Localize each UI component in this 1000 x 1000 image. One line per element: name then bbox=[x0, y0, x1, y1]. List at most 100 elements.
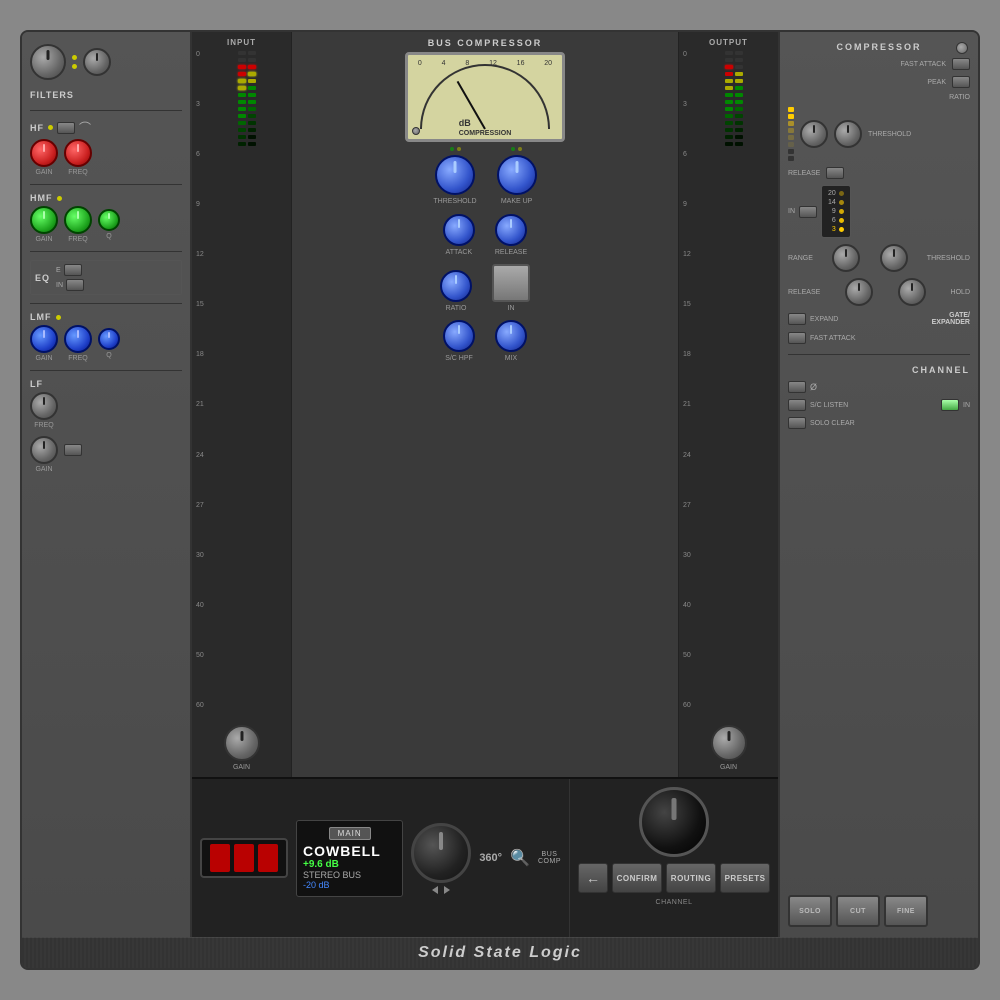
fast-attack-toggle[interactable] bbox=[952, 58, 970, 70]
output-gain-knob[interactable] bbox=[711, 725, 747, 761]
left-arrow-indicator bbox=[432, 886, 438, 894]
top-filter-knob-1[interactable] bbox=[30, 44, 66, 80]
in-col: IN bbox=[492, 264, 530, 312]
ratio-label: RATIO bbox=[446, 305, 467, 312]
dot-2 bbox=[72, 64, 77, 69]
hmf-freq-label: FREQ bbox=[68, 236, 87, 243]
bus-comp-bottom-label: BUS COMP bbox=[538, 851, 561, 865]
hold-knob[interactable] bbox=[898, 278, 926, 306]
fast-attack2-row: FAST ATTACK bbox=[788, 332, 970, 344]
fine-btn[interactable]: FINE bbox=[884, 895, 928, 927]
ssl-logo-bar: Solid State Logic bbox=[22, 937, 978, 968]
release2-knob[interactable] bbox=[845, 278, 873, 306]
threshold2-knob[interactable] bbox=[880, 244, 908, 272]
lmf-q-label: Q bbox=[106, 352, 111, 359]
top-filter-knob-2[interactable] bbox=[83, 48, 111, 76]
eq-band-lf: LF FREQ GAIN bbox=[30, 379, 182, 473]
routing-btn[interactable]: ROUTING bbox=[666, 863, 716, 893]
input-gain-knob[interactable] bbox=[224, 725, 260, 761]
lmf-dot bbox=[56, 315, 61, 320]
sc-hpf-label: S/C HPF bbox=[445, 355, 473, 362]
in-ratio-row: IN 20 14 9 6 bbox=[788, 185, 970, 238]
lf-gain-label: GAIN bbox=[35, 466, 52, 473]
channel-name: COWBELL bbox=[303, 843, 396, 859]
hmf-q-label: Q bbox=[106, 233, 111, 240]
peak-toggle[interactable] bbox=[952, 76, 970, 88]
ratio-knob-right[interactable] bbox=[800, 120, 828, 148]
in-button[interactable] bbox=[492, 264, 530, 302]
mix-knob[interactable] bbox=[495, 320, 527, 352]
back-arrow-btn[interactable]: ← bbox=[578, 863, 608, 893]
hmf-gain-label: GAIN bbox=[35, 236, 52, 243]
makeup-label: MAKE UP bbox=[501, 198, 533, 205]
channel-section-label: CHANNEL bbox=[788, 365, 970, 375]
eq-section: FILTERS HF ⌒ GAIN FREQ bbox=[22, 32, 192, 937]
solo-clear-row: SOLO CLEAR bbox=[788, 417, 970, 429]
range-knob[interactable] bbox=[832, 244, 860, 272]
sc-listen-label: S/C LISTEN bbox=[810, 402, 848, 409]
presets-btn[interactable]: PRESETS bbox=[720, 863, 770, 893]
in-channel-toggle[interactable] bbox=[941, 399, 959, 411]
release-row: RELEASE bbox=[788, 167, 970, 179]
level-knob[interactable] bbox=[411, 823, 471, 883]
expand-toggle[interactable] bbox=[788, 313, 806, 325]
fast-attack-label: FAST ATTACK bbox=[900, 61, 946, 68]
lf-gain-knob[interactable] bbox=[30, 436, 58, 464]
solo-clear-toggle[interactable] bbox=[788, 417, 806, 429]
release2-label: RELEASE bbox=[788, 289, 820, 296]
screw-top-right bbox=[956, 42, 968, 54]
output-section: OUTPUT 0 3 6 9 12 15 18 21 24 27 bbox=[678, 32, 778, 777]
hf-gain-knob[interactable] bbox=[30, 139, 58, 167]
release-knob[interactable] bbox=[495, 214, 527, 246]
sc-hpf-knob[interactable] bbox=[443, 320, 475, 352]
cut-btn[interactable]: CUT bbox=[836, 895, 880, 927]
lf-freq-knob[interactable] bbox=[30, 392, 58, 420]
hf-freq-knob[interactable] bbox=[64, 139, 92, 167]
ratio-knob[interactable] bbox=[440, 270, 472, 302]
lmf-label: LMF bbox=[30, 312, 52, 322]
in-toggle-right[interactable] bbox=[799, 206, 817, 218]
magnify-icon[interactable]: 🔍 bbox=[510, 848, 530, 868]
threshold-col: THRESHOLD bbox=[433, 147, 476, 205]
sc-listen-toggle[interactable] bbox=[788, 399, 806, 411]
eq-in-toggle[interactable] bbox=[66, 279, 84, 291]
lf-toggle[interactable] bbox=[64, 444, 82, 456]
confirm-btn[interactable]: CONFIRM bbox=[612, 863, 662, 893]
lf-label: LF bbox=[30, 379, 182, 389]
mix-col: MIX bbox=[495, 320, 527, 362]
release2-hold-row: RELEASE HOLD bbox=[788, 278, 970, 306]
threshold-knob-right[interactable] bbox=[834, 120, 862, 148]
eq-e-toggle[interactable] bbox=[64, 264, 82, 276]
attack-knob[interactable] bbox=[443, 214, 475, 246]
release-label: RELEASE bbox=[495, 249, 527, 256]
hmf-freq-knob[interactable] bbox=[64, 206, 92, 234]
lmf-q-knob[interactable] bbox=[98, 328, 120, 350]
channel-gain: +9.6 dB bbox=[303, 859, 396, 870]
makeup-knob[interactable] bbox=[497, 155, 537, 195]
hmf-q-knob[interactable] bbox=[98, 209, 120, 231]
attack-col: ATTACK bbox=[443, 214, 475, 256]
range-label: RANGE bbox=[788, 255, 813, 262]
lmf-gain-knob[interactable] bbox=[30, 325, 58, 353]
input-section: INPUT 0 3 6 9 12 15 18 21 24 bbox=[192, 32, 292, 777]
threshold-knob[interactable] bbox=[435, 155, 475, 195]
fast-attack2-toggle[interactable] bbox=[788, 332, 806, 344]
fast-attack2-label: FAST ATTACK bbox=[810, 335, 856, 342]
dot-1 bbox=[72, 55, 77, 60]
release-toggle[interactable] bbox=[826, 167, 844, 179]
divider-1 bbox=[788, 354, 970, 355]
channel-knob[interactable] bbox=[639, 787, 709, 857]
peak-row: PEAK bbox=[788, 76, 970, 88]
lmf-freq-knob[interactable] bbox=[64, 325, 92, 353]
phi-toggle[interactable] bbox=[788, 381, 806, 393]
eq-band-hf: HF ⌒ GAIN FREQ bbox=[30, 119, 182, 176]
stereo-bus-val: -20 dB bbox=[303, 880, 396, 890]
hf-toggle[interactable] bbox=[57, 122, 75, 134]
vu-meter: 048121620 dB COMPRESSION bbox=[405, 52, 565, 142]
mix-label: MIX bbox=[505, 355, 517, 362]
solo-btn[interactable]: SOLO bbox=[788, 895, 832, 927]
hmf-gain-knob[interactable] bbox=[30, 206, 58, 234]
level-knob-area bbox=[411, 823, 471, 894]
ssl-unit: FILTERS HF ⌒ GAIN FREQ bbox=[20, 30, 980, 970]
lmf-gain-label: GAIN bbox=[35, 355, 52, 362]
